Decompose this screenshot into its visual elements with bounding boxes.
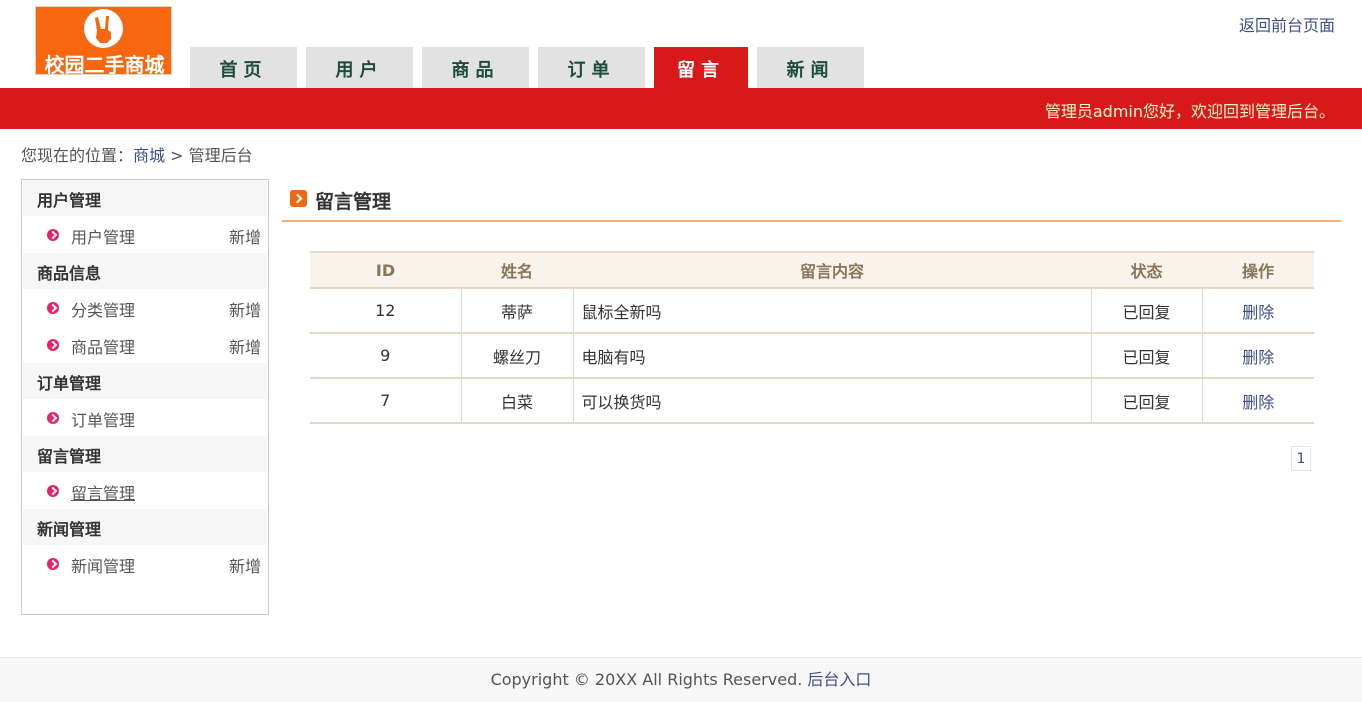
header-bar: 管理员admin您好，欢迎回到管理后台。 [0,88,1362,129]
table-row: 9 螺丝刀 电脑有吗 已回复 删除 [310,333,1314,379]
nav-tab-orders[interactable]: 订单 [538,47,645,88]
add-user-link[interactable]: 新增 [229,216,261,260]
sidebar-group-title: 新闻管理 [23,509,267,545]
delete-link[interactable]: 删除 [1242,348,1274,367]
sidebar: 用户管理 用户管理 新增 商品信息 分类管理 新增 商品管理 新增 订单管理 订… [21,179,269,615]
victory-hand-icon [84,9,123,48]
page-title: 留言管理 [290,187,391,214]
sidebar-item-label[interactable]: 留言管理 [71,484,135,503]
cell-name: 白菜 [460,378,573,424]
chevron-right-icon [47,558,59,570]
column-header-content: 留言内容 [573,251,1091,289]
breadcrumb-current: 管理后台 [188,146,253,165]
column-header-id: ID [310,251,461,289]
cell-status: 已回复 [1090,288,1202,334]
table-row: 12 蒂萨 鼠标全新吗 已回复 删除 [310,288,1314,334]
sidebar-item-label[interactable]: 订单管理 [71,411,135,430]
sidebar-item-label[interactable]: 分类管理 [71,301,135,320]
cell-name: 螺丝刀 [460,333,573,379]
add-product-link[interactable]: 新增 [229,326,261,370]
chevron-right-icon [47,412,59,424]
sidebar-group-title: 用户管理 [23,180,267,216]
breadcrumb-prefix: 您现在的位置： [21,146,134,165]
cell-action: 删除 [1201,288,1314,334]
site-logo[interactable]: 校园二手商城 [35,6,172,75]
table-row: 7 白菜 可以换货吗 已回复 删除 [310,378,1314,424]
messages-table: ID 姓名 留言内容 状态 操作 12 蒂萨 鼠标全新吗 已回复 删除 9 螺丝… [310,251,1314,424]
cell-id: 12 [310,288,461,334]
copyright-text: Copyright © 20XX All Rights Reserved. [490,670,808,689]
nav-tab-users[interactable]: 用户 [306,47,413,88]
page-title-text: 留言管理 [315,191,392,213]
site-header: 校园二手商城 返回前台页面 首页 用户 商品 订单 留言 新闻 [0,0,1362,88]
column-header-name: 姓名 [461,251,573,289]
back-to-frontend-link[interactable]: 返回前台页面 [1239,12,1335,36]
sidebar-item-label[interactable]: 商品管理 [71,338,135,357]
sidebar-group-orders: 订单管理 订单管理 [23,363,267,436]
cell-content: 电脑有吗 [572,333,1091,379]
chevron-right-icon [47,302,59,314]
delete-link[interactable]: 删除 [1242,393,1274,412]
logo-text: 校园二手商城 [44,53,165,75]
sidebar-group-title: 留言管理 [23,436,267,472]
welcome-message: 管理员admin您好，欢迎回到管理后台。 [1044,102,1335,121]
sidebar-item-news-manage[interactable]: 新闻管理 新增 [23,545,267,582]
nav-tab-messages[interactable]: 留言 [654,47,748,88]
nav-tab-news[interactable]: 新闻 [757,47,864,88]
sidebar-group-messages: 留言管理 留言管理 [23,436,267,509]
chevron-right-icon [47,339,59,351]
pagination-page-1[interactable]: 1 [1291,446,1311,471]
sidebar-item-category-manage[interactable]: 分类管理 新增 [23,289,267,326]
arrow-right-icon [290,190,307,207]
nav-tab-home[interactable]: 首页 [190,47,297,88]
add-news-link[interactable]: 新增 [229,545,261,589]
delete-link[interactable]: 删除 [1242,303,1274,322]
breadcrumb-separator: > [165,146,189,165]
sidebar-group-news: 新闻管理 新闻管理 新增 [23,509,267,582]
cell-content: 鼠标全新吗 [572,288,1091,334]
cell-status: 已回复 [1090,378,1202,424]
cell-action: 删除 [1201,378,1314,424]
footer: Copyright © 20XX All Rights Reserved. 后台… [0,657,1362,702]
sidebar-item-order-manage[interactable]: 订单管理 [23,399,267,436]
sidebar-item-product-manage[interactable]: 商品管理 新增 [23,326,267,363]
table-header-row: ID 姓名 留言内容 状态 操作 [310,251,1314,289]
sidebar-item-label[interactable]: 用户管理 [71,228,135,247]
cell-action: 删除 [1201,333,1314,379]
sidebar-item-label[interactable]: 新闻管理 [71,557,135,576]
chevron-right-icon [47,229,59,241]
title-divider [282,220,1341,222]
cell-id: 7 [310,378,461,424]
cell-content: 可以换货吗 [572,378,1091,424]
main-nav: 首页 用户 商品 订单 留言 新闻 [190,47,873,88]
chevron-right-icon [47,485,59,497]
cell-id: 9 [310,333,461,379]
cell-name: 蒂萨 [460,288,573,334]
nav-tab-products[interactable]: 商品 [422,47,529,88]
sidebar-group-products: 商品信息 分类管理 新增 商品管理 新增 [23,253,267,363]
column-header-status: 状态 [1091,251,1202,289]
column-header-action: 操作 [1202,251,1314,289]
cell-status: 已回复 [1090,333,1202,379]
sidebar-item-user-manage[interactable]: 用户管理 新增 [23,216,267,253]
sidebar-group-users: 用户管理 用户管理 新增 [23,180,267,253]
admin-entry-link[interactable]: 后台入口 [807,670,871,689]
sidebar-item-message-manage[interactable]: 留言管理 [23,472,267,509]
breadcrumb-home-link[interactable]: 商城 [133,146,165,165]
breadcrumb: 您现在的位置：商城 > 管理后台 [21,142,253,166]
